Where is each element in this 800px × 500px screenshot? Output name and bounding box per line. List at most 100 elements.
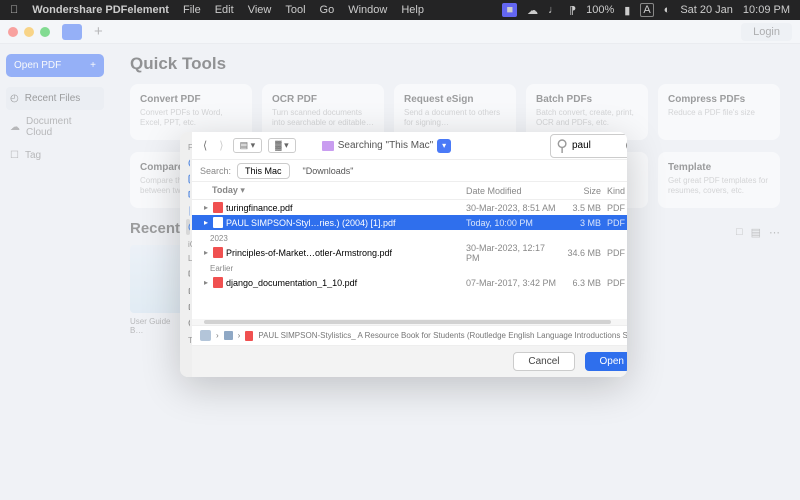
menu-tool[interactable]: Tool [285, 4, 305, 16]
search-scope-bar: Search: This Mac "Downloads" + [192, 160, 627, 182]
forward-button[interactable]: ⟩ [216, 139, 226, 152]
sidebar-item-tag[interactable]: ☐ Tag [6, 144, 104, 167]
back-button[interactable]: ⟨ [200, 139, 210, 152]
pdf-file-icon [213, 202, 223, 213]
sidebar-google-drive[interactable]: Google D… [186, 299, 190, 315]
file-kind: PDF Doc [601, 278, 627, 288]
menubar-time[interactable]: 10:09 PM [743, 4, 790, 16]
cloud-icon[interactable]: ☁ [527, 4, 538, 17]
col-size[interactable]: Size [561, 186, 601, 196]
sidebar-downloads[interactable]: Downloads [186, 219, 190, 235]
pdf-file-icon [213, 247, 223, 258]
sidebar-asad[interactable]: Asad [186, 266, 190, 282]
disclosure-icon: ▸ [202, 248, 210, 257]
chevron-right-icon: › [216, 331, 219, 340]
sidebar-item-document-cloud[interactable]: ☁ Document Cloud [6, 110, 104, 144]
more-icon[interactable]: ⋯ [769, 226, 780, 239]
sidebar-network[interactable]: Network [186, 315, 190, 331]
drive-icon [188, 302, 190, 312]
clock-icon: ◴ [10, 93, 19, 104]
location-dropdown-icon[interactable]: ▾ [437, 139, 451, 153]
open-pdf-button[interactable]: Open PDF + [6, 54, 104, 77]
scope-downloads[interactable]: "Downloads" [296, 164, 361, 178]
new-tab-button[interactable]: + [94, 23, 103, 40]
network-icon [188, 318, 190, 328]
menu-help[interactable]: Help [401, 4, 424, 16]
file-name: PAUL SIMPSON-Styl…ries.) (2004) [1].pdf [226, 218, 466, 228]
file-date-modified: 30-Mar-2023, 8:51 AM [466, 203, 561, 213]
disclosure-icon: ▸ [202, 203, 210, 212]
menu-window[interactable]: Window [348, 4, 387, 16]
battery-pct: 100% [586, 4, 614, 16]
headphones-icon[interactable]: ♩ [548, 4, 559, 16]
file-date-modified: 07-Mar-2017, 3:42 PM [466, 278, 561, 288]
maximize-window-button[interactable] [40, 27, 50, 37]
sidebar-applications[interactable]: Applicati… [186, 171, 190, 187]
sidebar-desktop[interactable]: Desktop [186, 187, 190, 203]
mac-menubar:  Wondershare PDFelement File Edit View … [0, 0, 800, 20]
menubar-date[interactable]: Sat 20 Jan [680, 4, 733, 16]
sidebar-item-label: Tag [25, 150, 41, 161]
clear-search-button[interactable]: ✕ [626, 140, 627, 151]
sidebar-recents[interactable]: Recents [186, 155, 190, 171]
sort-desc-icon: ▾ [240, 185, 245, 195]
plus-icon: + [90, 60, 96, 71]
menu-file[interactable]: File [183, 4, 201, 16]
location-indicator[interactable]: Searching "This Mac" ▾ [322, 139, 451, 153]
group-heading: Earlier [192, 260, 627, 275]
file-kind: PDF Doc [601, 203, 627, 213]
file-row[interactable]: ▸django_documentation_1_10.pdf07-Mar-201… [192, 275, 627, 290]
menu-edit[interactable]: Edit [215, 4, 234, 16]
path-bar[interactable]: › › PAUL SIMPSON-Stylistics_ A Resource … [192, 325, 627, 345]
folder-icon [322, 141, 334, 151]
control-center-icon[interactable]: ◐ [664, 4, 671, 16]
col-name[interactable]: Today ▾ [202, 185, 466, 196]
search-input[interactable] [572, 140, 622, 151]
horizontal-scrollbar[interactable] [192, 319, 627, 325]
sidebar-tag-red[interactable]: Red [186, 348, 190, 364]
sidebar-item-recent-files[interactable]: ◴ Recent Files [6, 87, 104, 110]
grid-view-icon[interactable]: □ [736, 226, 743, 239]
file-thumb[interactable]: User Guide B… [130, 245, 186, 335]
recent-files-toolbar: □ ▤ ⋯ [736, 226, 780, 239]
tab-home-icon[interactable] [62, 24, 82, 40]
file-row[interactable]: ▸turingfinance.pdf30-Mar-2023, 8:51 AM3.… [192, 200, 627, 215]
file-kind: PDF Doc [601, 248, 627, 258]
search-icon: ⚲ [556, 136, 568, 156]
file-open-dialog: Favorites Recents Applicati… Desktop Doc… [180, 132, 627, 377]
a-icon[interactable]: A [640, 3, 653, 17]
sidebar-wondershare[interactable]: Wond…⏏ [186, 282, 190, 299]
search-field[interactable]: ⚲ ✕ [550, 134, 627, 158]
file-name: django_documentation_1_10.pdf [226, 278, 466, 288]
app-sidebar: Open PDF + ◴ Recent Files ☁ Document Clo… [0, 44, 110, 500]
wifi-icon[interactable]: ⁋ [569, 4, 576, 17]
login-button[interactable]: Login [741, 23, 792, 41]
sidebar-tag-orange[interactable]: Orange [186, 364, 190, 377]
list-view-icon[interactable]: ▤ [751, 226, 761, 239]
list-view-dropdown[interactable]: ▤ ▾ [233, 138, 263, 153]
cancel-button[interactable]: Cancel [513, 352, 574, 371]
scope-this-mac[interactable]: This Mac [237, 163, 290, 179]
close-window-button[interactable] [8, 27, 18, 37]
menu-go[interactable]: Go [320, 4, 335, 16]
card-template[interactable]: TemplateGet great PDF templates for resu… [658, 152, 780, 208]
screen-record-icon[interactable]: ■ [502, 3, 517, 17]
file-date-modified: 30-Mar-2023, 12:17 PM [466, 243, 561, 263]
group-dropdown[interactable]: ▓ ▾ [268, 138, 296, 153]
col-kind[interactable]: Kind [601, 186, 627, 196]
disclosure-icon: ▸ [202, 218, 210, 227]
sidebar-documents[interactable]: Documents [186, 203, 190, 219]
file-row[interactable]: ▸Principles-of-Market…otler-Armstrong.pd… [192, 245, 627, 260]
col-date-modified[interactable]: Date Modified [466, 186, 561, 196]
app-name[interactable]: Wondershare PDFelement [32, 4, 169, 16]
computer-icon [188, 269, 190, 279]
card-compress-pdfs[interactable]: Compress PDFsReduce a PDF file's size [658, 84, 780, 140]
open-button[interactable]: Open [585, 352, 627, 371]
minimize-window-button[interactable] [24, 27, 34, 37]
column-headers: Today ▾ Date Modified Size Kind [192, 182, 627, 200]
file-row[interactable]: ▸ PAUL SIMPSON-Styl…ries.) (2004) [1].pdf… [192, 215, 627, 230]
picker-main: ⟨ ⟩ ▤ ▾ ▓ ▾ Searching "This Mac" ▾ ⚲ ✕ S… [192, 132, 627, 377]
download-icon [188, 222, 190, 232]
apple-icon[interactable]:  [10, 4, 18, 16]
menu-view[interactable]: View [248, 4, 272, 16]
